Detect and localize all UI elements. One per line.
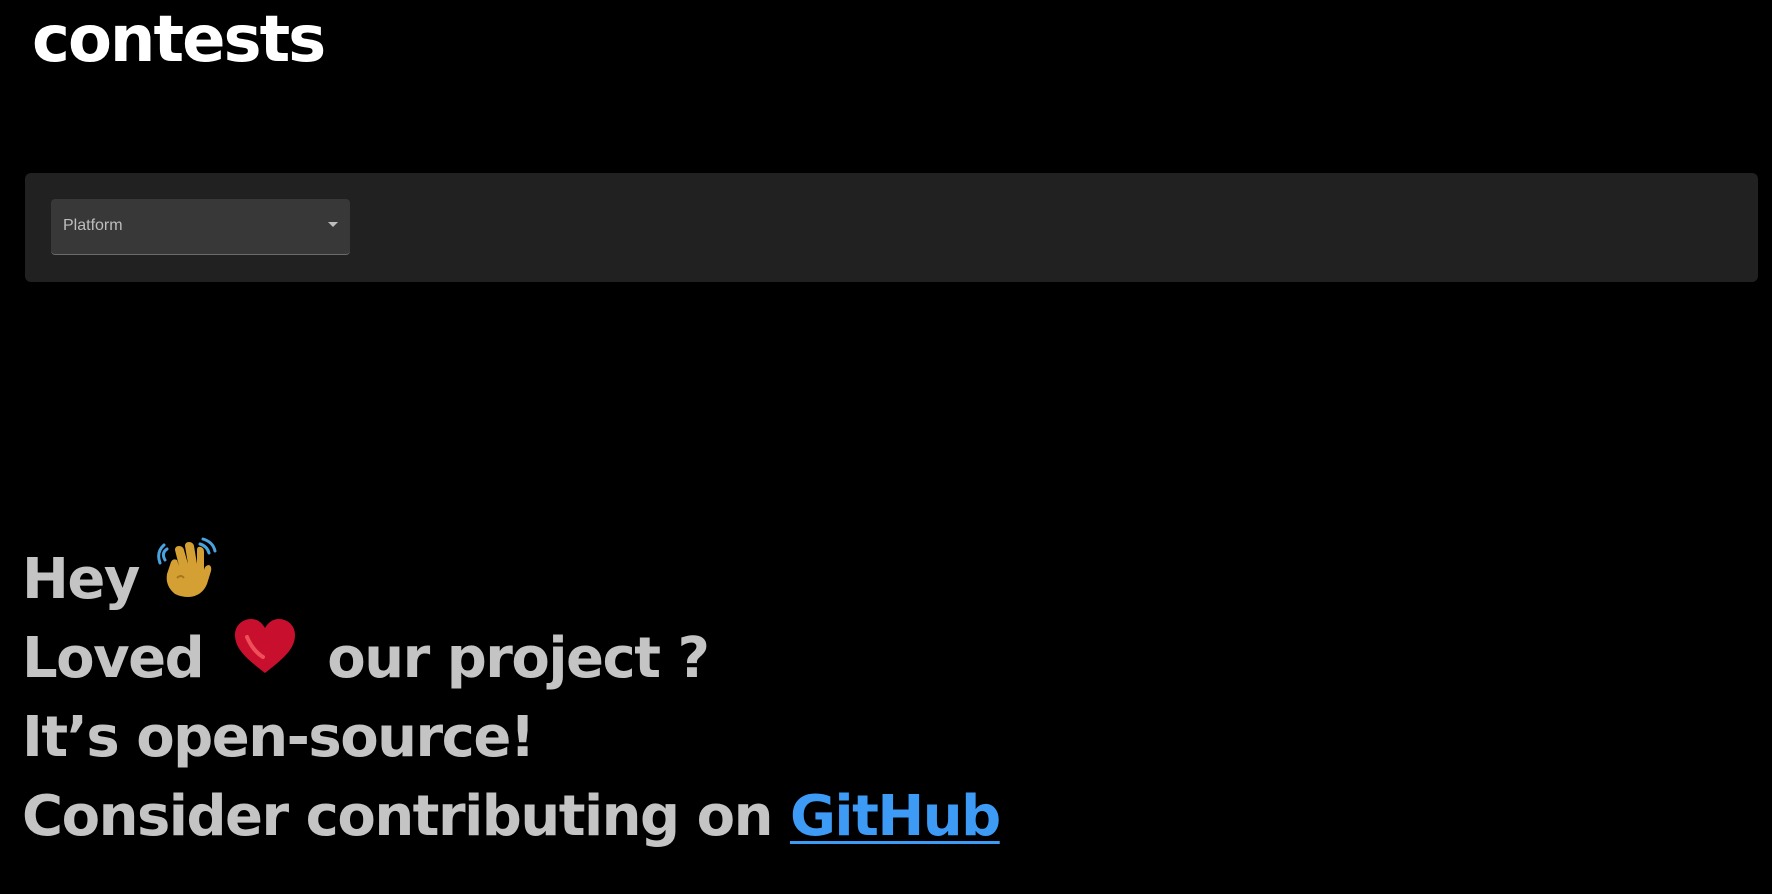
chevron-down-icon xyxy=(328,222,338,227)
platform-select[interactable]: Platform xyxy=(51,199,350,255)
page-title: contests xyxy=(32,3,326,77)
page: contests Platform Hey Loved our project … xyxy=(0,0,1772,894)
our-project-text: our project ? xyxy=(327,626,710,691)
loved-line: Loved our project ? xyxy=(22,619,1000,698)
filter-bar: Platform xyxy=(25,173,1758,282)
github-link[interactable]: GitHub xyxy=(790,784,1001,849)
greeting-text: Hey xyxy=(22,547,140,612)
contribution-message: Hey Loved our project ? It’s open-source… xyxy=(22,537,1001,856)
platform-select-label: Platform xyxy=(63,217,123,234)
greeting-line: Hey xyxy=(22,537,1000,619)
loved-text: Loved xyxy=(22,626,205,691)
contribute-text: Consider contributing on xyxy=(22,784,773,849)
open-source-line: It’s open-source! xyxy=(22,705,535,770)
heart-icon xyxy=(233,617,297,696)
contribute-line: Consider contributing on GitHub xyxy=(22,777,1001,856)
waving-hand-icon xyxy=(157,536,219,619)
